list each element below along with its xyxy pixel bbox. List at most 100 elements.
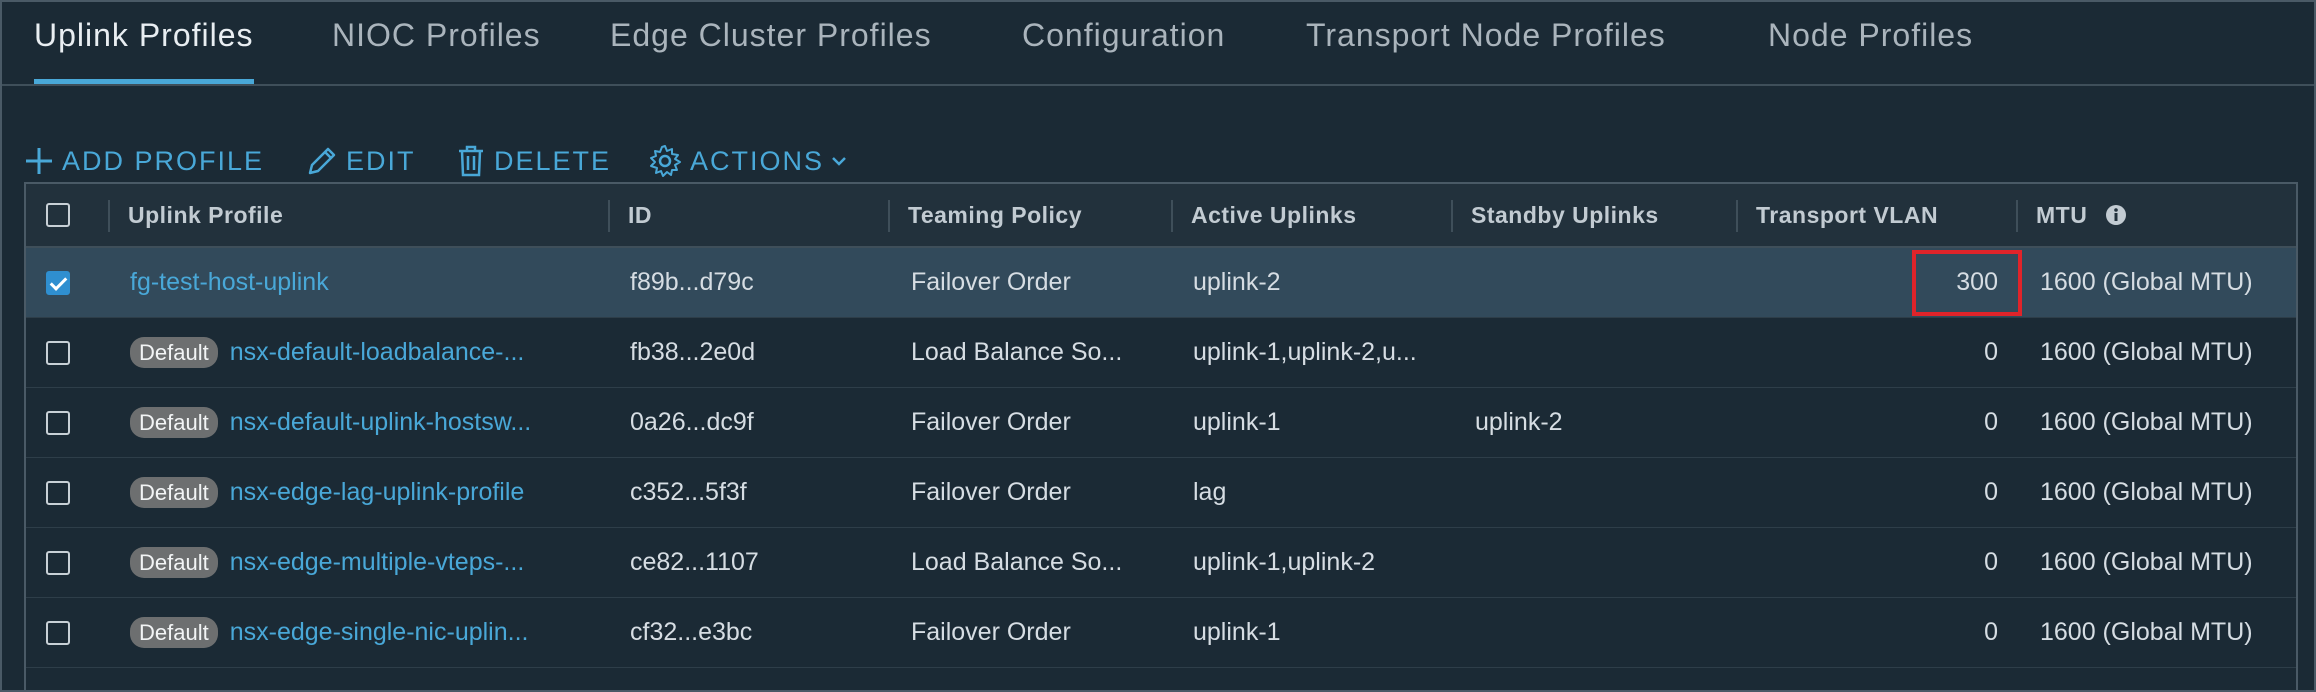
table-row[interactable]: Default nsx-default-uplink-hostsw... 0a2… [26,388,2296,458]
highlight-box [1912,250,2022,316]
profile-id: 0a26...dc9f [630,408,754,436]
column-separator [2016,200,2018,232]
profile-name-cell: Default nsx-default-loadbalance-... [130,318,610,387]
row-checkbox[interactable] [46,550,70,575]
transport-vlan: 0 [1984,618,1998,646]
column-header-mtu[interactable]: MTU [2036,184,2286,246]
select-all-cell [46,184,86,246]
transport-vlan: 0 [1984,408,1998,436]
default-badge: Default [130,407,218,438]
profile-name-cell: Default nsx-edge-single-nic-uplin... [130,598,610,667]
actions-label: ACTIONS [690,145,825,176]
row-select-cell [46,318,86,387]
profile-id: ce82...1107 [630,548,759,576]
edit-label: EDIT [346,145,416,176]
teaming-policy: Failover Order [911,618,1071,646]
profile-name-link[interactable]: nsx-edge-single-nic-uplin... [230,618,529,647]
row-select-cell [46,248,86,317]
column-header-active-uplinks[interactable]: Active Uplinks [1191,184,1451,246]
profile-id: fb38...2e0d [630,338,756,366]
transport-vlan: 0 [1984,338,1998,366]
delete-label: DELETE [494,145,612,176]
transport-vlan: 0 [1984,478,1998,506]
column-header-standby-uplinks[interactable]: Standby Uplinks [1471,184,1731,246]
plus-icon [26,148,52,174]
table-row[interactable]: Default nsx-default-loadbalance-... fb38… [26,318,2296,388]
profile-name-cell: Default nsx-edge-multiple-vteps-... [130,528,610,597]
column-header-transport-vlan[interactable]: Transport VLAN [1756,184,2016,246]
table-row[interactable]: Default nsx-edge-multiple-vteps-... ce82… [26,528,2296,598]
row-checkbox[interactable] [46,340,70,365]
row-checkbox[interactable] [46,270,70,295]
active-uplinks: lag [1193,478,1227,506]
teaming-policy: Failover Order [911,478,1071,506]
actions-button[interactable]: ACTIONS [648,138,848,184]
mtu: 1600 (Global MTU) [2040,548,2253,576]
column-header-mtu-label: MTU [2036,201,2088,228]
default-badge: Default [130,547,218,578]
row-checkbox[interactable] [46,410,70,435]
profile-name-link[interactable]: nsx-edge-multiple-vteps-... [230,548,525,577]
table-header: Uplink Profile ID Teaming Policy Active … [26,184,2296,248]
mtu: 1600 (Global MTU) [2040,478,2253,506]
profile-name-link[interactable]: fg-test-host-uplink [130,248,610,317]
default-badge: Default [130,337,218,368]
teaming-policy: Failover Order [911,268,1071,296]
default-badge: Default [130,617,218,648]
standby-uplinks [1475,528,1735,597]
profile-name-link[interactable]: nsx-edge-lag-uplink-profile [230,478,525,507]
row-checkbox[interactable] [46,480,70,505]
add-profile-button[interactable]: ADD PROFILE [24,138,264,184]
tab-uplink-profiles[interactable]: Uplink Profiles [34,2,254,84]
table-row[interactable]: Default nsx-edge-single-nic-uplin... cf3… [26,598,2296,668]
column-separator [1736,200,1738,232]
uplink-profiles-table: Uplink Profile ID Teaming Policy Active … [24,182,2298,692]
column-separator [608,200,610,232]
select-all-checkbox[interactable] [46,203,70,227]
edit-button[interactable]: EDIT [306,138,416,184]
mtu: 1600 (Global MTU) [2040,268,2253,296]
tab-edge-cluster-profiles[interactable]: Edge Cluster Profiles [610,2,932,84]
delete-button[interactable]: DELETE [456,138,611,184]
profile-id: cf32...e3bc [630,618,753,646]
info-icon[interactable] [2105,204,2127,226]
column-header-teaming-policy[interactable]: Teaming Policy [908,184,1188,246]
trash-icon [459,145,483,177]
tab-transport-node-profiles[interactable]: Transport Node Profiles [1306,2,1666,84]
profile-name-link[interactable]: nsx-default-loadbalance-... [230,338,525,367]
mtu: 1600 (Global MTU) [2040,618,2253,646]
column-separator [108,200,110,232]
standby-uplinks [1475,458,1735,527]
row-select-cell [46,458,86,527]
tab-nioc-profiles[interactable]: NIOC Profiles [332,2,541,84]
column-header-uplink-profile[interactable]: Uplink Profile [128,184,608,246]
column-header-id[interactable]: ID [628,184,888,246]
active-uplinks: uplink-1,uplink-2,u... [1193,338,1417,366]
standby-uplinks [1475,598,1735,667]
profile-id: f89b...d79c [630,268,754,296]
profile-name-cell: Default nsx-edge-lag-uplink-profile [130,458,610,527]
profile-name-link[interactable]: nsx-default-uplink-hostsw... [230,408,532,437]
tab-node-profiles[interactable]: Node Profiles [1768,2,1973,84]
gear-icon [650,145,681,177]
row-select-cell [46,598,86,667]
teaming-policy: Load Balance So... [911,338,1123,366]
column-separator [888,200,890,232]
mtu: 1600 (Global MTU) [2040,408,2253,436]
transport-vlan: 0 [1984,548,1998,576]
column-separator [1171,200,1173,232]
active-uplinks: uplink-2 [1193,268,1281,296]
profile-id: c352...5f3f [630,478,747,506]
table-row[interactable]: Default nsx-edge-lag-uplink-profile c352… [26,458,2296,528]
tab-configuration[interactable]: Configuration [1022,2,1225,84]
standby-uplinks: uplink-2 [1475,408,1563,436]
active-uplinks: uplink-1,uplink-2 [1193,548,1376,576]
add-profile-label: ADD PROFILE [62,145,265,176]
pencil-icon [308,147,336,175]
row-select-cell [46,528,86,597]
row-checkbox[interactable] [46,620,70,645]
active-uplinks: uplink-1 [1193,408,1281,436]
row-select-cell [46,388,86,457]
chevron-down-icon [832,157,846,166]
mtu: 1600 (Global MTU) [2040,338,2253,366]
